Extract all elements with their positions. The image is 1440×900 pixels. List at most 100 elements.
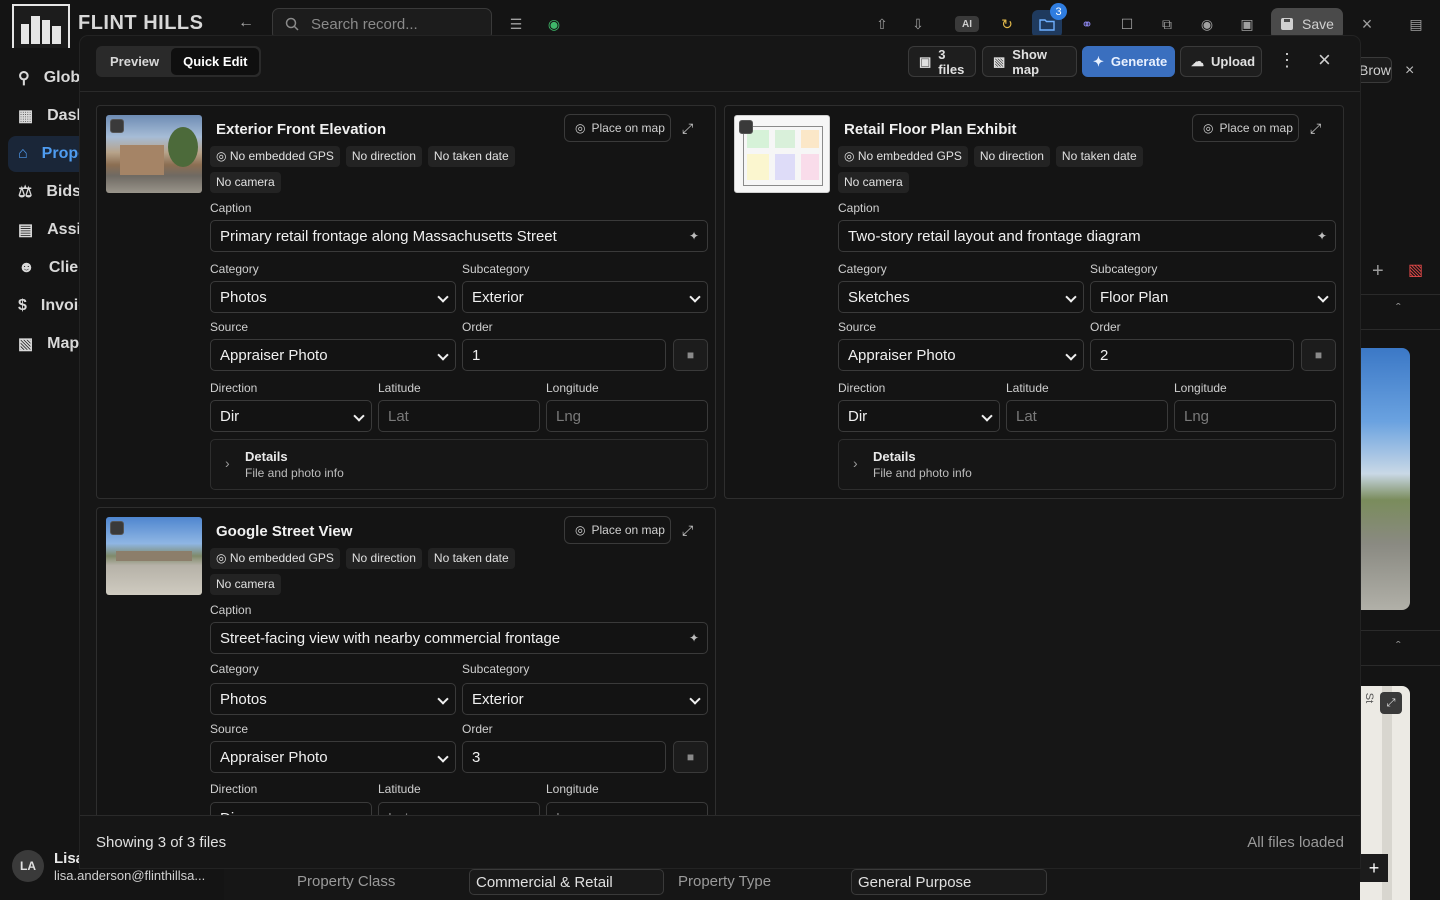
subcategory-select[interactable]: Exterior xyxy=(462,281,708,313)
details-expander[interactable]: › Details File and photo info xyxy=(210,439,708,490)
subcategory-select[interactable]: Exterior xyxy=(462,683,708,715)
order-input[interactable]: 3 xyxy=(462,741,666,773)
close-icon[interactable]: × xyxy=(1405,62,1414,80)
subcategory-select[interactable]: Floor Plan xyxy=(1090,281,1336,313)
save-order-button[interactable]: ■ xyxy=(673,339,708,371)
chip-label: No embedded GPS xyxy=(229,149,334,163)
ai-sparkle-icon[interactable]: ✦ xyxy=(689,631,699,645)
order-value: 2 xyxy=(1100,346,1109,364)
close-icon[interactable]: × xyxy=(1357,14,1377,34)
chevron-up-icon[interactable]: ˆ xyxy=(1396,638,1401,654)
tab-preview[interactable]: Preview xyxy=(98,48,171,75)
history-icon[interactable]: ↻ xyxy=(997,14,1017,34)
source-label: Source xyxy=(210,320,249,334)
order-label: Order xyxy=(1090,320,1121,334)
order-input[interactable]: 1 xyxy=(462,339,666,371)
source-select[interactable]: Appraiser Photo xyxy=(838,339,1084,371)
location-pin-icon: ◎ xyxy=(1203,121,1214,135)
dollar-icon: $ xyxy=(18,297,27,314)
latitude-input[interactable]: Lat xyxy=(1006,400,1168,432)
expand-icon[interactable]: ⤢ xyxy=(682,522,693,539)
direction-select[interactable]: Dir xyxy=(210,802,372,815)
category-select[interactable]: Photos xyxy=(210,281,456,313)
upload-button[interactable]: ☁ Upload xyxy=(1180,46,1262,77)
briefcase-icon[interactable]: ▤ xyxy=(1406,14,1426,34)
folder-icon xyxy=(1039,18,1055,31)
sidebar-item-dashboard[interactable]: ▦ Dashboard xyxy=(8,98,80,134)
longitude-input[interactable]: Lng xyxy=(1174,400,1336,432)
sidebar-item-invoices[interactable]: $ Invoices xyxy=(8,288,80,324)
place-on-map-button[interactable]: ◎ Place on map xyxy=(564,114,671,142)
save-order-button[interactable]: ■ xyxy=(1301,339,1336,371)
subcategory-value: Exterior xyxy=(472,690,524,708)
ai-sparkle-icon[interactable]: ✦ xyxy=(1317,229,1327,243)
file-thumbnail[interactable] xyxy=(106,115,202,193)
lock-icon[interactable]: ▣ xyxy=(1237,14,1257,34)
file-thumbnail[interactable] xyxy=(106,517,202,595)
sidebar-item-global-search[interactable]: ⚲ Global Search xyxy=(8,60,80,96)
files-count-button[interactable]: ▣ 3 files xyxy=(908,46,976,77)
category-select[interactable]: Photos xyxy=(210,683,456,715)
latitude-input[interactable]: Lat xyxy=(378,802,540,815)
comments-icon[interactable]: ☐ xyxy=(1117,14,1137,34)
close-modal-icon[interactable]: × xyxy=(1318,47,1331,73)
add-icon[interactable]: + xyxy=(1372,260,1384,283)
latitude-input[interactable]: Lat xyxy=(378,400,540,432)
trash-icon[interactable]: ▧ xyxy=(1408,260,1423,280)
sidebar-item-bids[interactable]: ⚖ Bids xyxy=(8,174,80,210)
sidebar-item-properties[interactable]: ⌂ Properties xyxy=(8,136,80,172)
caption-input[interactable]: Street-facing view with nearby commercia… xyxy=(210,622,708,654)
select-checkbox[interactable] xyxy=(110,119,124,133)
tab-quick-edit[interactable]: Quick Edit xyxy=(171,48,260,75)
copy-icon[interactable]: ⧉ xyxy=(1157,14,1177,34)
file-title: Retail Floor Plan Exhibit xyxy=(844,121,1017,138)
camera-chip: No camera xyxy=(838,172,909,193)
eye-icon[interactable]: ◉ xyxy=(1197,14,1217,34)
source-select[interactable]: Appraiser Photo xyxy=(210,741,456,773)
direction-select[interactable]: Dir xyxy=(210,400,372,432)
upload-icon[interactable]: ⇧ xyxy=(872,14,892,34)
download-icon[interactable]: ⇩ xyxy=(908,14,928,34)
show-map-button[interactable]: ▧ Show map xyxy=(982,46,1077,77)
background-property-photo xyxy=(1360,348,1410,610)
select-checkbox[interactable] xyxy=(739,120,753,134)
map-fullscreen-icon[interactable]: ⤢ xyxy=(1380,692,1402,714)
caption-input[interactable]: Primary retail frontage along Massachuse… xyxy=(210,220,708,252)
property-class-select[interactable]: Commercial & Retail xyxy=(469,869,664,895)
longitude-input[interactable]: Lng xyxy=(546,400,708,432)
place-on-map-label: Place on map xyxy=(591,121,665,135)
save-order-button[interactable]: ■ xyxy=(673,741,708,773)
place-on-map-button[interactable]: ◎ Place on map xyxy=(564,516,671,544)
sidebar-item-map[interactable]: ▧ Map xyxy=(8,326,80,362)
category-select[interactable]: Sketches xyxy=(838,281,1084,313)
expand-icon[interactable]: ⤢ xyxy=(682,120,693,137)
more-vertical-icon[interactable]: ⋮ xyxy=(1278,50,1296,71)
chevron-up-icon[interactable]: ˆ xyxy=(1396,300,1401,316)
select-checkbox[interactable] xyxy=(110,521,124,535)
ai-button[interactable]: AI xyxy=(955,16,979,32)
property-type-select[interactable]: General Purpose xyxy=(851,869,1047,895)
longitude-input[interactable]: Lng xyxy=(546,802,708,815)
expand-icon[interactable]: ⤢ xyxy=(1310,120,1321,137)
generate-button[interactable]: ✦ Generate xyxy=(1082,46,1175,77)
file-thumbnail[interactable] xyxy=(734,115,830,193)
logo[interactable] xyxy=(12,4,70,50)
details-title: Details xyxy=(873,449,916,464)
source-select[interactable]: Appraiser Photo xyxy=(210,339,456,371)
direction-select[interactable]: Dir xyxy=(838,400,1000,432)
caption-input[interactable]: Two-story retail layout and frontage dia… xyxy=(838,220,1336,252)
back-arrow-icon[interactable]: ← xyxy=(238,14,254,32)
order-input[interactable]: 2 xyxy=(1090,339,1294,371)
link-icon[interactable]: ⚭ xyxy=(1077,14,1097,34)
details-expander[interactable]: › Details File and photo info xyxy=(838,439,1336,490)
location-pin-icon[interactable]: ◉ xyxy=(544,14,564,34)
place-on-map-button[interactable]: ◎ Place on map xyxy=(1192,114,1299,142)
property-type-value: General Purpose xyxy=(858,874,972,891)
sidebar-item-assignments[interactable]: ▤ Assignments xyxy=(8,212,80,248)
load-status: All files loaded xyxy=(1247,834,1344,851)
filter-sliders-icon[interactable]: ☰ xyxy=(506,14,526,34)
background-map[interactable]: St ⤢ + xyxy=(1360,686,1410,900)
map-zoom-in-button[interactable]: + xyxy=(1360,854,1388,882)
ai-sparkle-icon[interactable]: ✦ xyxy=(689,229,699,243)
sidebar-item-clients[interactable]: ☻ Clients xyxy=(8,250,80,286)
